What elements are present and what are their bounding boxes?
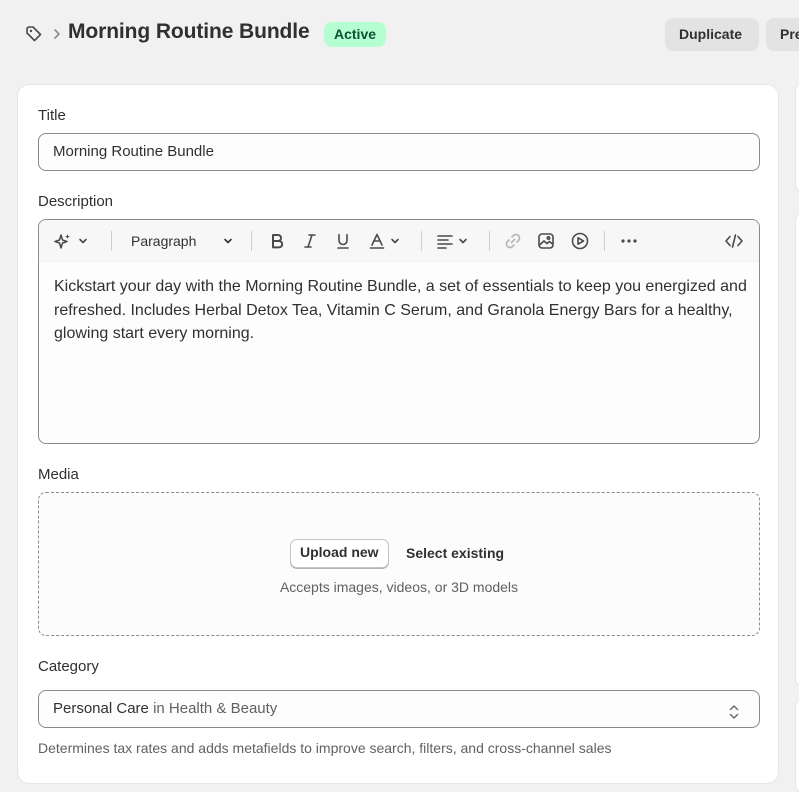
align-icon (435, 231, 455, 251)
video-icon[interactable] (570, 230, 590, 252)
chevron-down-icon (77, 235, 89, 247)
chevron-down-icon (222, 235, 234, 247)
text-color-icon (367, 231, 387, 251)
select-existing-button[interactable]: Select existing (406, 545, 504, 561)
format-select[interactable]: Paragraph (131, 230, 234, 252)
bold-icon[interactable] (267, 230, 287, 252)
toolbar-divider (111, 231, 112, 251)
select-chevron-icon (727, 700, 741, 720)
italic-icon[interactable] (300, 230, 320, 252)
media-dropzone[interactable]: Upload new Select existing Accepts image… (38, 492, 760, 636)
chevron-down-icon (389, 235, 401, 247)
editor-toolbar: Paragraph (39, 220, 759, 263)
toolbar-divider (604, 231, 605, 251)
underline-icon[interactable] (333, 230, 353, 252)
category-path: in Health & Beauty (153, 700, 278, 717)
more-icon[interactable] (619, 230, 639, 252)
media-label: Media (38, 466, 79, 483)
category-value: Personal Care (53, 700, 149, 717)
upload-new-button[interactable]: Upload new (290, 539, 389, 568)
duplicate-button[interactable]: Duplicate (665, 18, 759, 51)
toolbar-divider (421, 231, 422, 251)
description-label: Description (38, 193, 114, 210)
title-label: Title (38, 107, 66, 124)
chevron-right-icon (50, 24, 64, 44)
status-badge: Active (324, 22, 387, 47)
sparkle-icon (53, 231, 73, 251)
toolbar-divider (489, 231, 490, 251)
toolbar-divider (251, 231, 252, 251)
side-card (795, 700, 799, 792)
chevron-down-icon (457, 235, 469, 247)
code-icon[interactable] (724, 230, 744, 252)
page-header: Morning Routine Bundle Active Duplicate … (0, 0, 799, 68)
align-button[interactable] (435, 230, 469, 252)
tag-icon[interactable] (24, 24, 44, 44)
category-label: Category (38, 658, 99, 675)
image-icon[interactable] (536, 230, 556, 252)
text-color-button[interactable] (367, 230, 401, 252)
description-editor: Paragraph Kickstart your day with the Mo… (38, 219, 760, 444)
title-input[interactable]: Morning Routine Bundle (38, 133, 760, 171)
category-select[interactable]: Personal Care in Health & Beauty (38, 690, 760, 728)
product-details-card: Title Morning Routine Bundle Description… (17, 84, 779, 784)
link-icon[interactable] (503, 230, 523, 252)
side-card (795, 214, 799, 686)
preview-button[interactable]: Pre (766, 18, 799, 51)
description-text[interactable]: Kickstart your day with the Morning Rout… (54, 275, 750, 346)
category-helper-text: Determines tax rates and adds metafields… (38, 740, 612, 756)
side-card (795, 84, 799, 191)
page-title: Morning Routine Bundle (68, 20, 310, 43)
format-value: Paragraph (131, 233, 197, 249)
media-hint: Accepts images, videos, or 3D models (279, 579, 519, 595)
ai-generate-button[interactable] (53, 230, 89, 252)
